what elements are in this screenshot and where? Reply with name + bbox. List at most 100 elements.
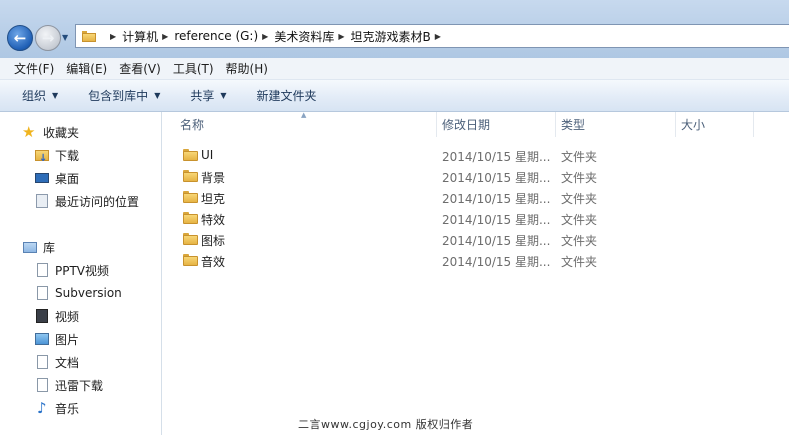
history-dropdown-icon[interactable]: ▼: [62, 33, 68, 42]
column-header-size-label: 大小: [681, 118, 706, 132]
file-name: 图标: [201, 234, 226, 248]
desktop-icon: [34, 170, 50, 186]
film-icon: [34, 308, 50, 324]
nav-desktop[interactable]: 桌面: [34, 169, 79, 187]
column-header-type[interactable]: 类型: [561, 112, 675, 137]
nav-lib-label: Subversion: [55, 286, 122, 300]
breadcrumb-current-folder[interactable]: 坦克游戏素材B: [350, 28, 430, 45]
breadcrumb-drive[interactable]: reference (G:): [174, 29, 258, 43]
column-header-name[interactable]: 名称: [180, 112, 436, 137]
breadcrumb-computer[interactable]: 计算机: [122, 28, 158, 45]
window-titlebar: ← → ▼ ▶ 计算机 ▶ reference (G:) ▶ 美术资料库 ▶ 坦…: [0, 0, 789, 58]
organize-button[interactable]: 组织 ▼: [22, 87, 58, 104]
breadcrumb-separator-icon[interactable]: ▶: [338, 32, 344, 41]
nav-lib-pptv[interactable]: PPTV视频: [34, 261, 109, 279]
file-name: 音效: [201, 255, 226, 269]
nav-favorites[interactable]: ★ 收藏夹: [22, 123, 79, 141]
star-icon: ★: [22, 123, 36, 141]
file-date: 2014/10/15 星期...: [442, 192, 551, 206]
address-bar[interactable]: ▶ 计算机 ▶ reference (G:) ▶ 美术资料库 ▶ 坦克游戏素材B…: [75, 24, 789, 48]
column-header-date[interactable]: 修改日期: [442, 112, 555, 137]
menu-help[interactable]: 帮助(H): [226, 60, 268, 77]
organize-label: 组织: [22, 89, 47, 103]
column-divider[interactable]: [675, 112, 676, 137]
column-header-type-label: 类型: [561, 118, 586, 132]
breadcrumb-separator-icon[interactable]: ▶: [110, 32, 116, 41]
forward-arrow-icon: →: [41, 29, 55, 47]
new-folder-button[interactable]: 新建文件夹: [257, 87, 317, 104]
document-icon: [34, 354, 50, 370]
forward-button[interactable]: →: [35, 25, 61, 51]
folder-icon: [183, 212, 198, 224]
recent-places-icon: [34, 193, 50, 209]
new-folder-label: 新建文件夹: [256, 89, 317, 103]
nav-lib-label: 文档: [55, 355, 80, 370]
column-divider[interactable]: [555, 112, 556, 137]
folder-icon: [183, 233, 198, 245]
file-name: 坦克: [201, 192, 226, 206]
file-date: 2014/10/15 星期...: [442, 171, 551, 185]
folder-icon: [183, 149, 198, 161]
nav-lib-videos[interactable]: 视频: [34, 307, 79, 325]
file-name: UI: [201, 148, 214, 162]
nav-desktop-label: 桌面: [55, 171, 80, 186]
nav-lib-music[interactable]: ♪ 音乐: [34, 399, 79, 417]
back-button[interactable]: ←: [7, 25, 33, 51]
file-type: 文件夹: [561, 150, 598, 164]
table-row[interactable]: 背景 2014/10/15 星期... 文件夹: [163, 166, 789, 187]
file-name: 背景: [201, 171, 226, 185]
file-list: ▲ 名称 修改日期 类型 大小 UI 2014/10/15 星期... 文件夹 …: [163, 111, 789, 435]
file-type: 文件夹: [561, 213, 598, 227]
nav-lib-xunlei[interactable]: 迅雷下载: [34, 376, 103, 394]
folder-icon: [183, 254, 198, 266]
file-date: 2014/10/15 星期...: [442, 150, 551, 164]
file-type: 文件夹: [561, 192, 598, 206]
nav-lib-subversion[interactable]: Subversion: [34, 284, 122, 302]
nav-lib-label: 迅雷下载: [55, 378, 104, 393]
breadcrumb-separator-icon[interactable]: ▶: [435, 32, 441, 41]
file-date: 2014/10/15 星期...: [442, 234, 551, 248]
file-name: 特效: [201, 213, 226, 227]
document-icon: [34, 285, 50, 301]
chevron-down-icon: ▼: [52, 91, 59, 100]
command-bar: 组织 ▼ 包含到库中 ▼ 共享 ▼ 新建文件夹: [0, 80, 789, 112]
column-divider[interactable]: [753, 112, 754, 137]
file-type: 文件夹: [561, 171, 598, 185]
table-row[interactable]: 图标 2014/10/15 星期... 文件夹: [163, 229, 789, 250]
column-header-date-label: 修改日期: [442, 118, 491, 132]
column-header-name-label: 名称: [180, 118, 205, 132]
nav-recent-label: 最近访问的位置: [55, 194, 140, 209]
breadcrumb-separator-icon[interactable]: ▶: [162, 32, 168, 41]
file-date: 2014/10/15 星期...: [442, 255, 551, 269]
nav-lib-pictures[interactable]: 图片: [34, 330, 79, 348]
nav-lib-label: 视频: [55, 309, 80, 324]
back-arrow-icon: ←: [13, 29, 27, 47]
share-button[interactable]: 共享 ▼: [190, 87, 226, 104]
table-row[interactable]: UI 2014/10/15 星期... 文件夹: [163, 145, 789, 166]
navigation-pane: ★ 收藏夹 ↓ 下载 桌面 最近访问的位置 库 PPTV视频 Subversio…: [0, 112, 162, 435]
menu-view[interactable]: 查看(V): [119, 60, 161, 77]
menu-edit[interactable]: 编辑(E): [66, 60, 107, 77]
folder-icon: [183, 191, 198, 203]
folder-icon: [82, 30, 96, 42]
breadcrumb-separator-icon[interactable]: ▶: [262, 32, 268, 41]
watermark-text: 二言www.cgjoy.com 版权归作者: [298, 418, 474, 431]
menu-bar: 文件(F) 编辑(E) 查看(V) 工具(T) 帮助(H): [0, 58, 789, 80]
nav-recent-places[interactable]: 最近访问的位置: [34, 192, 139, 210]
table-row[interactable]: 坦克 2014/10/15 星期... 文件夹: [163, 187, 789, 208]
file-type: 文件夹: [561, 255, 598, 269]
nav-lib-documents[interactable]: 文档: [34, 353, 79, 371]
nav-libraries-label: 库: [43, 240, 56, 255]
nav-libraries[interactable]: 库: [22, 238, 55, 256]
column-header-size[interactable]: 大小: [681, 112, 753, 137]
menu-file[interactable]: 文件(F): [14, 60, 54, 77]
folder-icon: [183, 170, 198, 182]
nav-downloads[interactable]: ↓ 下载: [34, 146, 79, 164]
breadcrumb-art-library[interactable]: 美术资料库: [274, 28, 334, 45]
nav-downloads-label: 下载: [55, 148, 80, 163]
column-divider[interactable]: [436, 112, 437, 137]
table-row[interactable]: 音效 2014/10/15 星期... 文件夹: [163, 250, 789, 271]
menu-tools[interactable]: 工具(T): [173, 60, 214, 77]
table-row[interactable]: 特效 2014/10/15 星期... 文件夹: [163, 208, 789, 229]
include-in-library-button[interactable]: 包含到库中 ▼: [88, 87, 160, 104]
